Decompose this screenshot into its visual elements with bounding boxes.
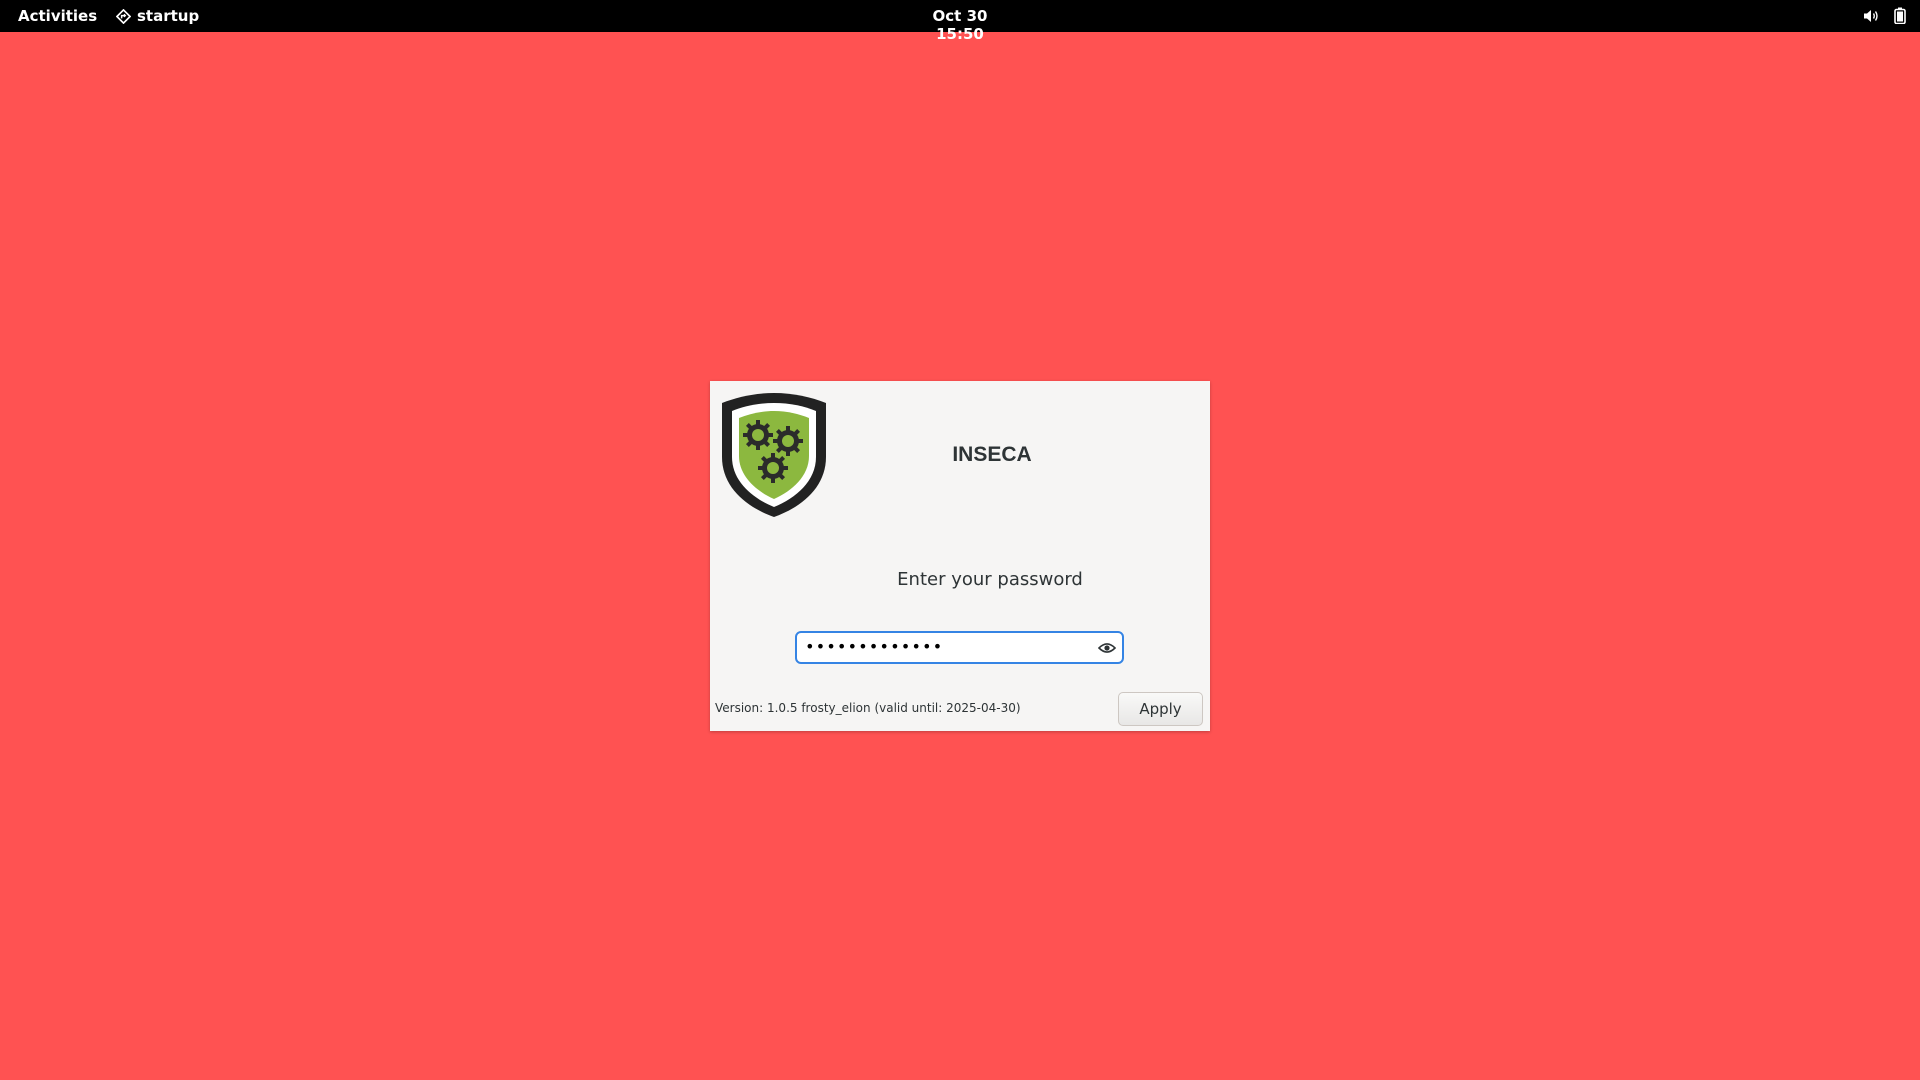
version-label: Version: 1.0.5 frosty_elion (valid until…: [715, 701, 1021, 715]
password-value: •••••••••••••: [805, 637, 944, 656]
app-menu[interactable]: startup: [116, 7, 199, 25]
activities-button[interactable]: Activities: [18, 7, 97, 25]
password-prompt: Enter your password: [897, 569, 1083, 590]
app-menu-label: startup: [137, 7, 200, 25]
dialog-title: INSECA: [952, 443, 1032, 466]
diamond-app-icon: [116, 8, 131, 24]
password-dialog: INSECA Enter your password •••••••••••••…: [710, 381, 1210, 731]
system-tray[interactable]: [1863, 7, 1906, 24]
inseca-shield-gears-logo: [720, 391, 828, 519]
password-field[interactable]: •••••••••••••: [795, 631, 1124, 664]
clock[interactable]: Oct 30 15:50: [914, 7, 1006, 43]
top-bar: Activities startup Oct 30 15:50: [0, 0, 1920, 43]
volume-icon: [1863, 8, 1880, 24]
eye-icon[interactable]: [1097, 640, 1117, 656]
apply-button[interactable]: Apply: [1118, 692, 1203, 726]
battery-icon: [1894, 7, 1906, 24]
